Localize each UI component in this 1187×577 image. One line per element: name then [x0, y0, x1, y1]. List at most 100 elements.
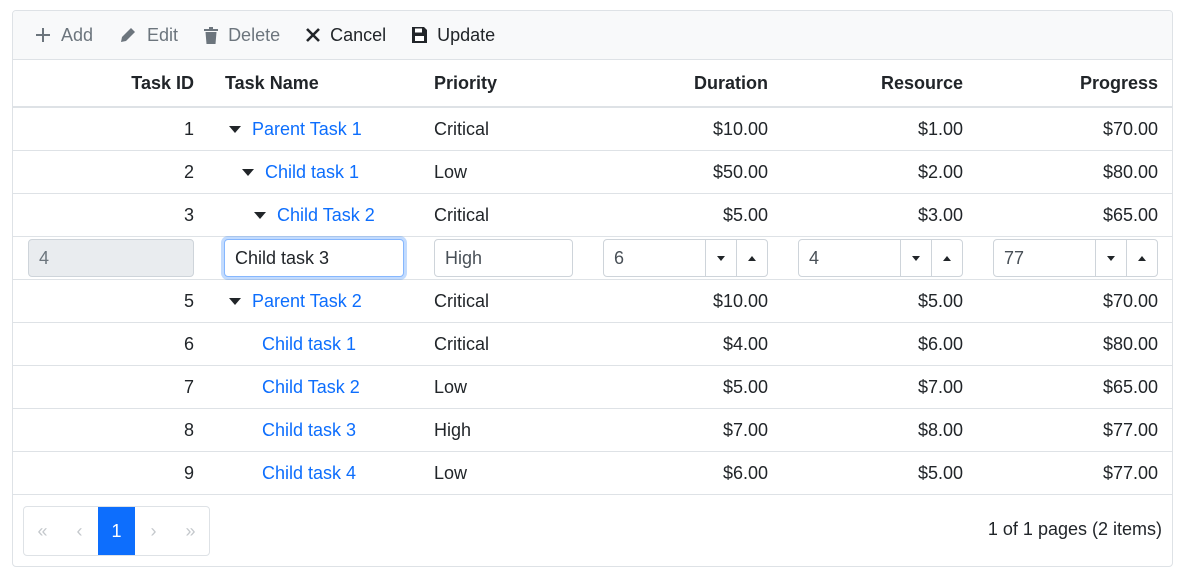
resource-decrement-button[interactable]: [900, 240, 931, 276]
trash-icon: [204, 26, 219, 44]
collapse-caret-icon[interactable]: [242, 168, 254, 176]
task-id-cell: 1: [183, 118, 194, 139]
collapse-caret-icon[interactable]: [229, 297, 241, 305]
progress-cell: $80.00: [1102, 161, 1158, 182]
task-name-link[interactable]: Child task 4: [262, 463, 356, 484]
close-icon: [306, 28, 321, 42]
table-row[interactable]: 8 Child task 3 High $7.00 $8.00 $77.00: [13, 409, 1172, 452]
resource-cell: $2.00: [917, 161, 963, 182]
edit-row[interactable]: 4 Child task 3 High 6 4 77: [13, 237, 1172, 280]
chevron-down-icon: [1107, 255, 1115, 261]
task-id-cell: 8: [183, 419, 194, 440]
priority-cell: Critical: [434, 118, 490, 139]
task-name-edit-cell: Child task 3: [224, 237, 404, 279]
task-name-link[interactable]: Child Task 2: [262, 377, 360, 398]
column-header-task-name[interactable]: Task Name: [225, 60, 425, 106]
delete-button-label: Delete: [228, 24, 281, 45]
priority-cell: Critical: [434, 333, 490, 354]
task-name-link[interactable]: Child task 3: [262, 420, 356, 441]
duration-cell: $7.00: [722, 419, 768, 440]
priority-input[interactable]: High: [434, 239, 573, 277]
tree-grid: Add Edit Delete Cancel Update Task ID Ta…: [12, 10, 1173, 567]
resource-spin-input[interactable]: 4: [798, 239, 963, 277]
task-name-cell: Child task 4: [225, 452, 425, 494]
progress-edit-cell: 77: [993, 237, 1158, 279]
progress-cell: $80.00: [1102, 333, 1158, 354]
cancel-button[interactable]: Cancel: [306, 17, 386, 53]
duration-decrement-button[interactable]: [705, 240, 736, 276]
task-name-cell: Parent Task 1: [225, 108, 425, 150]
duration-cell: $6.00: [722, 462, 768, 483]
resource-spin-value[interactable]: 4: [799, 240, 900, 276]
task-name-cell: Parent Task 2: [225, 280, 425, 322]
save-icon: [412, 27, 428, 43]
priority-cell: Critical: [434, 290, 490, 311]
pencil-icon: [121, 28, 136, 42]
cancel-button-label: Cancel: [330, 24, 387, 45]
task-name-link[interactable]: Child Task 2: [277, 205, 375, 226]
column-header-progress[interactable]: Progress: [993, 60, 1158, 106]
column-header-resource[interactable]: Resource: [798, 60, 963, 106]
progress-cell: $77.00: [1102, 462, 1158, 483]
table-row[interactable]: 5 Parent Task 2 Critical $10.00 $5.00 $7…: [13, 280, 1172, 323]
task-id-input[interactable]: 4: [28, 239, 194, 277]
task-id-cell: 6: [183, 333, 194, 354]
task-id-cell: 5: [183, 290, 194, 311]
add-button[interactable]: Add: [35, 17, 93, 53]
resource-cell: $5.00: [917, 290, 963, 311]
duration-cell: $10.00: [712, 118, 768, 139]
column-header-priority[interactable]: Priority: [434, 60, 594, 106]
task-name-input[interactable]: Child task 3: [224, 239, 404, 277]
next-page-button[interactable]: ›: [135, 507, 172, 555]
last-page-button[interactable]: »: [172, 507, 209, 555]
prev-page-button[interactable]: ‹: [61, 507, 98, 555]
task-name-link[interactable]: Child task 1: [265, 162, 359, 183]
priority-cell: Low: [434, 462, 468, 483]
add-button-label: Add: [61, 24, 94, 45]
progress-cell: $65.00: [1102, 204, 1158, 225]
update-button[interactable]: Update: [412, 17, 495, 53]
resource-increment-button[interactable]: [931, 240, 962, 276]
task-name-link[interactable]: Parent Task 2: [252, 291, 362, 312]
resource-cell: $6.00: [917, 333, 963, 354]
edit-button-label: Edit: [147, 24, 179, 45]
chevron-down-icon: [912, 255, 920, 261]
header-row: Task ID Task Name Priority Duration Reso…: [13, 60, 1172, 108]
duration-spin-value[interactable]: 6: [604, 240, 705, 276]
page-1-button[interactable]: 1: [98, 507, 135, 555]
column-header-duration[interactable]: Duration: [603, 60, 768, 106]
collapse-caret-icon[interactable]: [229, 125, 241, 133]
task-id-cell: 3: [183, 204, 194, 225]
update-button-label: Update: [437, 24, 496, 45]
table-row[interactable]: 9 Child task 4 Low $6.00 $5.00 $77.00: [13, 452, 1172, 495]
progress-increment-button[interactable]: [1126, 240, 1157, 276]
edit-button[interactable]: Edit: [119, 17, 178, 53]
table-row[interactable]: 2 Child task 1 Low $50.00 $2.00 $80.00: [13, 151, 1172, 194]
progress-cell: $77.00: [1102, 419, 1158, 440]
pagination: « ‹ 1 › »: [23, 506, 210, 556]
first-page-button[interactable]: «: [24, 507, 61, 555]
toolbar: Add Edit Delete Cancel Update: [13, 11, 1172, 60]
table-row[interactable]: 1 Parent Task 1 Critical $10.00 $1.00 $7…: [13, 108, 1172, 151]
delete-button[interactable]: Delete: [204, 17, 280, 53]
progress-cell: $65.00: [1102, 376, 1158, 397]
task-name-link[interactable]: Child task 1: [262, 334, 356, 355]
table-row[interactable]: 3 Child Task 2 Critical $5.00 $3.00 $65.…: [13, 194, 1172, 237]
resource-cell: $8.00: [917, 419, 963, 440]
column-header-task-id[interactable]: Task ID: [13, 60, 194, 106]
task-name-cell: Child task 1: [225, 151, 425, 193]
priority-cell: Low: [434, 376, 468, 397]
progress-spin-input[interactable]: 77: [993, 239, 1158, 277]
progress-cell: $70.00: [1102, 290, 1158, 311]
progress-decrement-button[interactable]: [1095, 240, 1126, 276]
duration-spin-input[interactable]: 6: [603, 239, 768, 277]
collapse-caret-icon[interactable]: [254, 211, 266, 219]
table-row[interactable]: 7 Child Task 2 Low $5.00 $7.00 $65.00: [13, 366, 1172, 409]
duration-increment-button[interactable]: [736, 240, 767, 276]
progress-spin-value[interactable]: 77: [994, 240, 1095, 276]
task-name-link[interactable]: Parent Task 1: [252, 119, 362, 140]
duration-edit-cell: 6: [603, 237, 768, 279]
task-id-cell: 7: [183, 376, 194, 397]
task-name-cell: Child Task 2: [225, 194, 425, 236]
table-row[interactable]: 6 Child task 1 Critical $4.00 $6.00 $80.…: [13, 323, 1172, 366]
